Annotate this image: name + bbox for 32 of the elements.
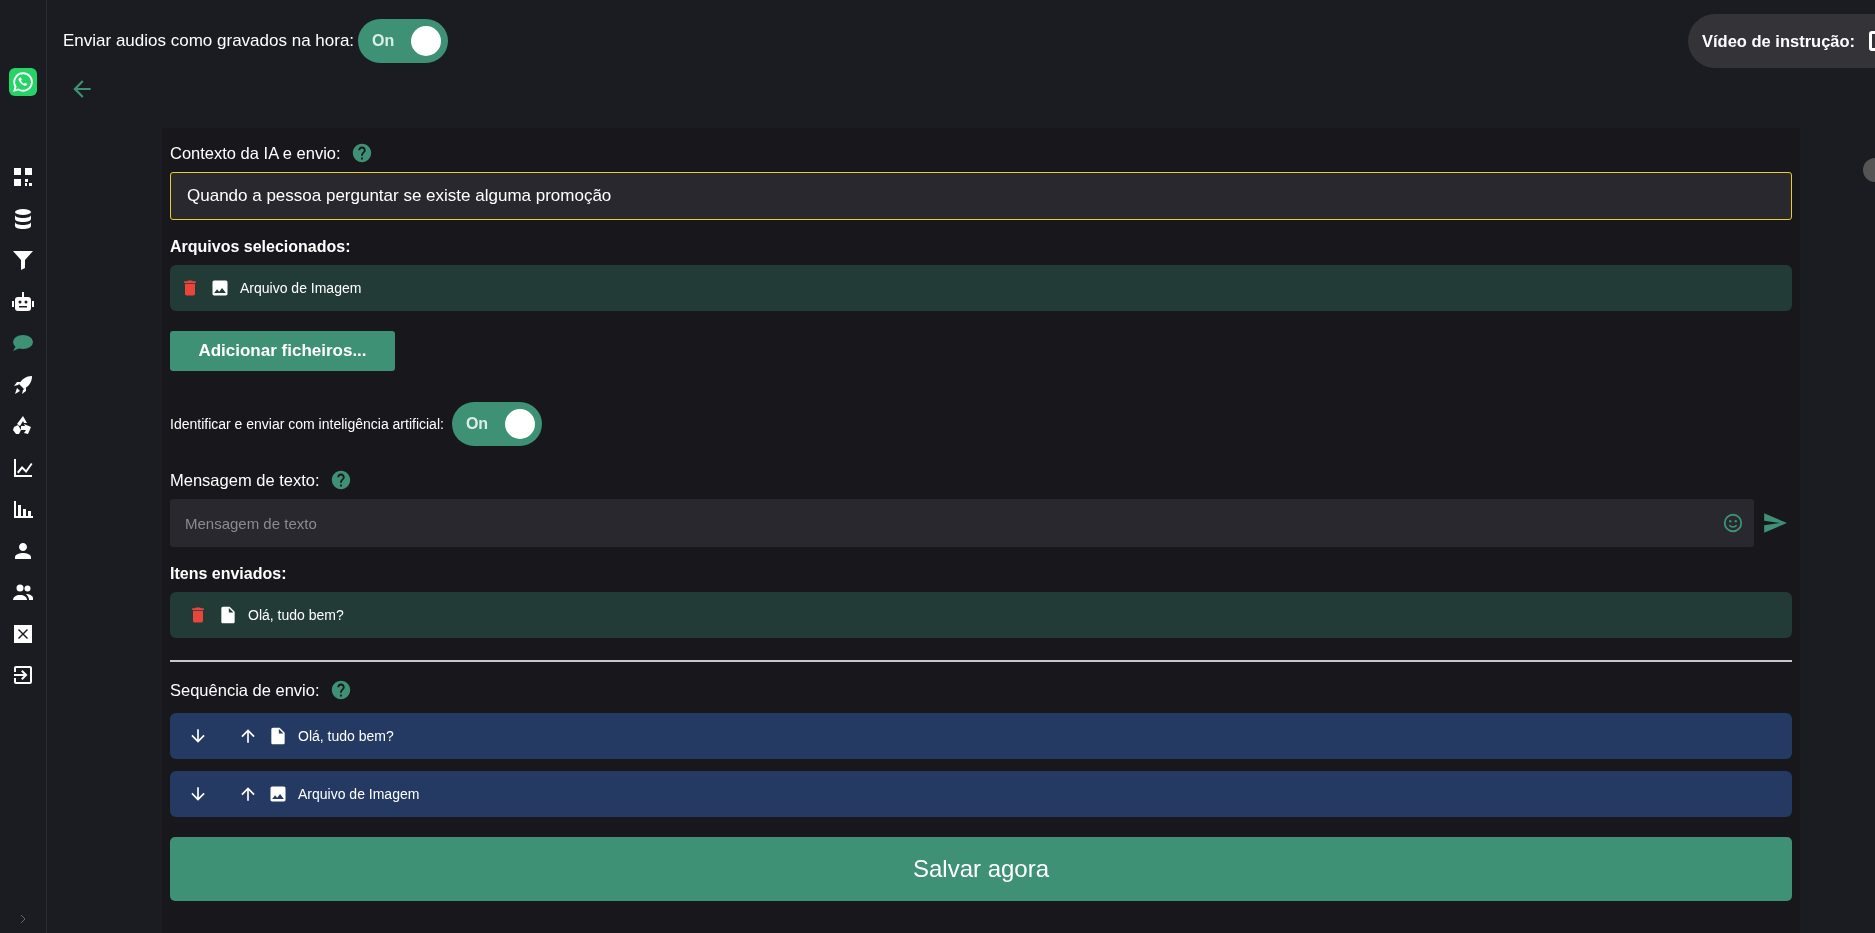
field-label: Contexto da IA e envio: (170, 143, 341, 163)
toggle-switch[interactable]: On (358, 19, 449, 63)
help-icon[interactable] (329, 679, 352, 701)
filter-icon[interactable] (11, 248, 35, 272)
toggle-switch[interactable]: On (451, 402, 542, 446)
qr-code-icon[interactable] (11, 165, 35, 189)
video-instruction-pill[interactable]: Vídeo de instrução: (1688, 14, 1875, 68)
context-input-field[interactable]: Quando a pessoa perguntar se existe alguma promoção (170, 172, 1792, 220)
help-icon[interactable] (329, 469, 352, 491)
image-icon (210, 278, 230, 298)
logout-icon[interactable] (11, 663, 35, 687)
robot-icon[interactable] (11, 289, 35, 314)
emoji-icon[interactable] (1722, 512, 1744, 534)
section-label: Arquivos selecionados: (170, 238, 352, 256)
save-button[interactable]: Salvar agora (170, 837, 1792, 901)
add-files-button[interactable]: Adicionar ficheiros... (170, 331, 395, 371)
field-label: Mensagem de texto: (170, 470, 320, 490)
audio-setting-label: Enviar audios como gravados na hora: (63, 31, 355, 51)
section-label: Itens enviados: (170, 565, 288, 583)
sequence-item-text: Olá, tudo bem? (298, 728, 394, 744)
sent-item-text: Olá, tudo bem? (248, 607, 344, 623)
ai-setting-label: Identificar e enviar com inteligência artificial: (170, 416, 444, 432)
phone-logo-icon[interactable] (9, 68, 37, 96)
image-icon (268, 784, 288, 804)
file-name: Arquivo de Imagem (240, 280, 362, 296)
sequence-item-text: Arquivo de Imagem (298, 786, 420, 802)
send-icon[interactable] (1762, 510, 1788, 536)
document-icon (218, 605, 238, 625)
field-label: Sequência de envio: (170, 680, 320, 700)
help-icon[interactable] (350, 142, 373, 164)
document-icon (268, 726, 288, 746)
message-input-field[interactable]: Mensagem de texto (170, 499, 1754, 547)
